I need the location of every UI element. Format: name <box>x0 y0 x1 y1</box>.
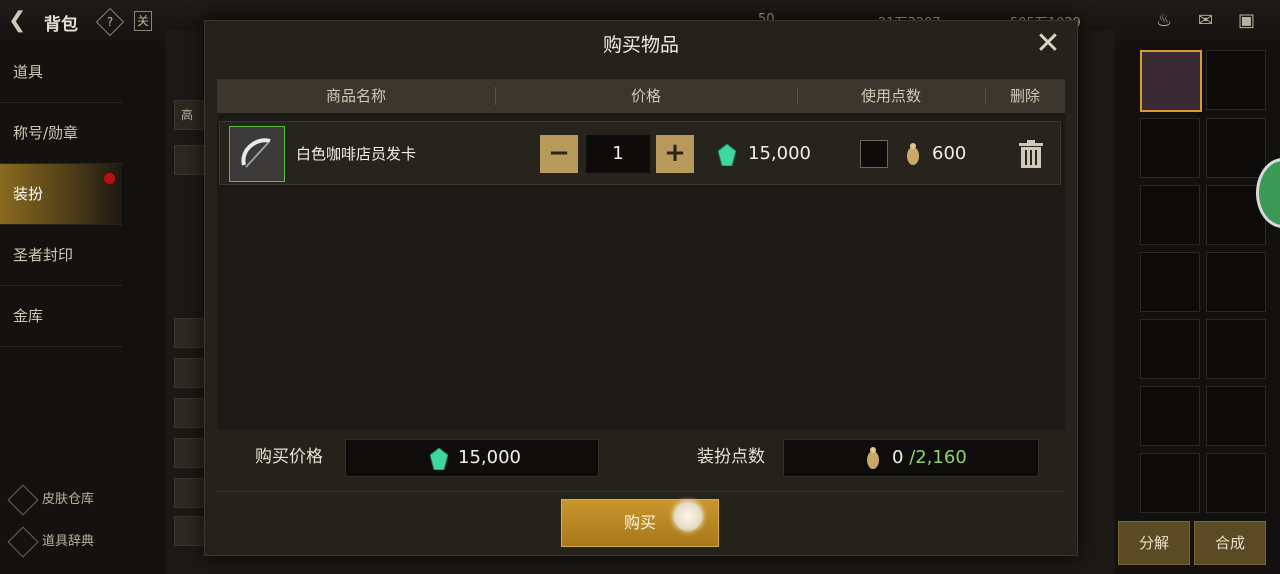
help-label: ? <box>106 15 114 29</box>
skin-storage-label: 皮肤仓库 <box>42 492 95 507</box>
inventory-slot[interactable] <box>1140 118 1200 178</box>
pot-icon[interactable]: ♨ <box>1156 10 1172 31</box>
column-header-delete: 删除 <box>1009 87 1040 105</box>
hairclip-item-icon[interactable] <box>229 126 285 182</box>
gem-icon <box>718 144 736 166</box>
sidebar-item-label: 称号/勋章 <box>13 124 79 142</box>
skin-storage-icon <box>7 483 39 516</box>
use-points-checkbox[interactable] <box>860 140 888 168</box>
sidebar-item-vault[interactable]: 金库 <box>0 286 122 347</box>
points-used: 0 <box>892 447 904 468</box>
inventory-slot[interactable] <box>1140 453 1200 513</box>
inventory-slot[interactable] <box>1140 185 1200 245</box>
item-price: 15,000 <box>748 143 811 164</box>
purchase-price-label: 购买价格 <box>255 447 323 467</box>
mail-icon[interactable]: ✉ <box>1198 10 1213 31</box>
inventory-slot[interactable] <box>1206 252 1266 312</box>
inventory-slot[interactable] <box>1206 118 1266 178</box>
sidebar-item-label: 装扮 <box>13 185 44 203</box>
inventory-slot-selected[interactable] <box>1140 50 1202 112</box>
chat-icon[interactable]: ▣ <box>1238 10 1255 31</box>
dialog-title: 购买物品 <box>602 34 679 56</box>
increase-button[interactable]: + <box>656 135 694 173</box>
bg-slot-filter[interactable] <box>174 358 204 388</box>
costume-points-label: 装扮点数 <box>697 447 765 467</box>
page-title: 背包 <box>44 15 78 35</box>
costume-point-icon <box>867 447 879 469</box>
sidebar-item-costume[interactable]: 装扮 <box>0 164 122 225</box>
bg-tab[interactable]: 高 <box>174 100 204 130</box>
column-header-price: 价格 <box>630 87 661 105</box>
inventory-slot[interactable] <box>1206 453 1266 513</box>
sidebar-item-label: 圣者封印 <box>13 246 74 264</box>
costume-points-box: 0 /2,160 <box>783 439 1039 477</box>
column-header-name: 商品名称 <box>325 87 386 105</box>
purchase-price-box: 15,000 <box>345 439 599 477</box>
item-dictionary-label: 道具辞典 <box>42 534 95 549</box>
item-points: 600 <box>932 143 967 164</box>
item-dictionary-link[interactable]: 道具辞典 <box>7 525 95 558</box>
bg-slot-filter[interactable] <box>174 398 204 428</box>
sidebar-item-seal[interactable]: 圣者封印 <box>0 225 122 286</box>
quantity-input[interactable]: 1 <box>586 135 650 173</box>
touch-indicator <box>673 501 703 531</box>
inventory-slot[interactable] <box>1206 386 1266 446</box>
sidebar-item-titles[interactable]: 称号/勋章 <box>0 103 122 164</box>
back-arrow-icon[interactable]: ❮ <box>8 8 26 33</box>
bg-slot-filter[interactable] <box>174 516 204 546</box>
costume-points-value: 0 /2,160 <box>892 440 967 476</box>
notification-dot <box>103 172 116 185</box>
table-row: 白色咖啡店员发卡 − 1 + 15,000 600 <box>219 121 1061 185</box>
list-header: 商品名称 价格 使用点数 删除 <box>217 79 1065 113</box>
trash-icon[interactable] <box>1018 140 1044 168</box>
skin-storage-link[interactable]: 皮肤仓库 <box>7 483 95 516</box>
sidebar-item-label: 金库 <box>13 307 44 325</box>
bg-tab-filter[interactable] <box>174 145 204 175</box>
sidebar-item-items[interactable]: 道具 <box>0 42 122 103</box>
inventory-slot[interactable] <box>1140 386 1200 446</box>
sidebar-item-label: 道具 <box>13 63 44 81</box>
decrease-button[interactable]: − <box>540 135 578 173</box>
inventory-slot[interactable] <box>1206 319 1266 379</box>
costume-point-icon <box>907 143 919 165</box>
bg-slot-filter[interactable] <box>174 438 204 468</box>
inventory-slot[interactable] <box>1140 319 1200 379</box>
gem-icon <box>430 448 448 470</box>
inventory-slot[interactable] <box>1140 252 1200 312</box>
inventory-slot[interactable] <box>1206 50 1266 110</box>
sidebar: 道具 称号/勋章 装扮 圣者封印 金库 皮肤仓库 道具辞典 <box>0 42 122 574</box>
item-name: 白色咖啡店员发卡 <box>296 145 417 163</box>
points-total: /2,160 <box>909 447 967 468</box>
item-list: 商品名称 价格 使用点数 删除 白色咖啡店员发卡 − 1 + 15,000 60… <box>217 79 1065 429</box>
lock-icon[interactable]: 关 <box>134 11 152 31</box>
bg-slot-filter[interactable] <box>174 318 204 348</box>
help-icon[interactable]: ? <box>95 7 125 37</box>
dictionary-icon <box>7 525 39 558</box>
column-header-points: 使用点数 <box>860 87 921 105</box>
bg-slot-filter[interactable] <box>174 478 204 508</box>
decompose-button[interactable]: 分解 <box>1118 521 1190 565</box>
close-icon[interactable]: ✕ <box>1033 29 1063 60</box>
combine-button[interactable]: 合成 <box>1194 521 1266 565</box>
purchase-dialog: 购买物品 ✕ 商品名称 价格 使用点数 删除 白色咖啡店员发卡 − 1 + 15… <box>204 20 1078 556</box>
purchase-price-value: 15,000 <box>458 447 521 468</box>
divider <box>217 491 1065 492</box>
